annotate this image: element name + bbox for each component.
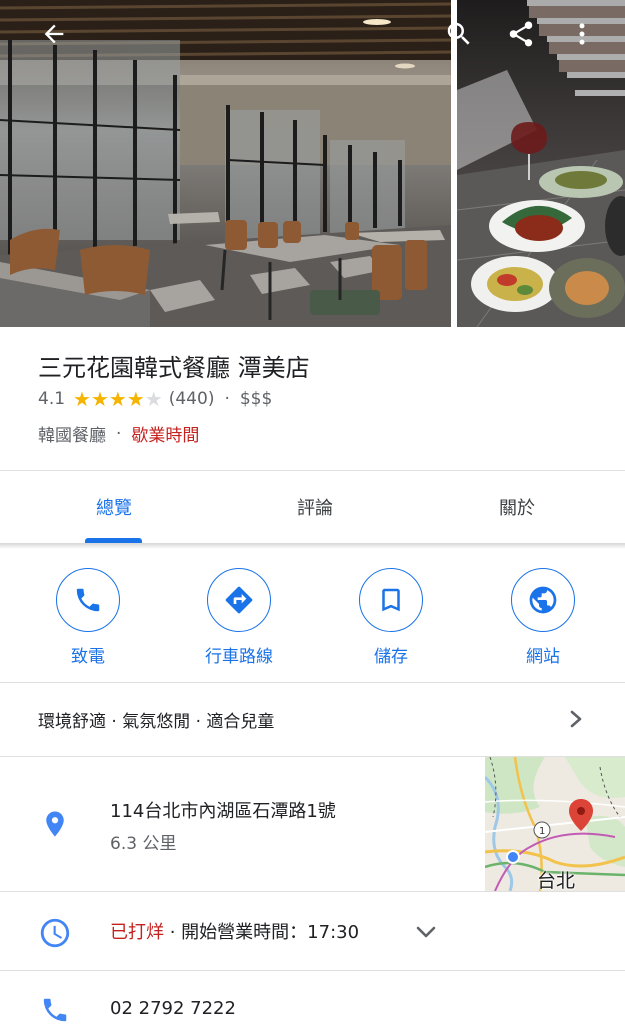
share-button[interactable]	[501, 14, 541, 54]
star-empty-icon: ★	[144, 387, 163, 411]
star-filled-icon: ★	[126, 387, 145, 411]
phone-row-icon	[40, 995, 70, 1024]
distance-text: 6.3 公里	[110, 834, 177, 854]
website-label: 網站	[526, 647, 560, 667]
address-text[interactable]: 114台北市內湖區石潭路1號	[110, 797, 336, 823]
tab-overview[interactable]: 總覽	[10, 471, 218, 543]
star-filled-icon: ★	[108, 387, 127, 411]
save-circle	[359, 568, 423, 632]
separator-dot: ·	[224, 389, 230, 409]
divider	[0, 682, 625, 683]
separator-dot: ·	[116, 423, 122, 444]
tabs-shadow	[0, 543, 625, 549]
search-button[interactable]	[439, 14, 479, 54]
search-icon	[447, 22, 470, 45]
phone-icon	[76, 588, 100, 612]
more-vert-icon	[579, 23, 585, 45]
route-number-label: 1	[539, 826, 545, 837]
call-button[interactable]: 致電	[33, 568, 143, 667]
next-open-time: · 開始營業時間：17:30	[164, 922, 360, 943]
arrow-back-icon	[44, 24, 64, 44]
more-options-button[interactable]	[562, 14, 602, 54]
rating-row[interactable]: 4.1 ★ ★ ★ ★ ★ (440) · $$$	[38, 389, 272, 409]
directions-circle	[207, 568, 271, 632]
review-count: (440)	[168, 389, 215, 409]
directions-button[interactable]: 行車路線	[184, 568, 294, 667]
share-icon	[509, 21, 533, 47]
website-button[interactable]: 網站	[488, 568, 598, 667]
directions-icon	[225, 586, 253, 614]
clock-icon	[38, 916, 72, 954]
save-label: 儲存	[374, 647, 408, 667]
website-circle	[511, 568, 575, 632]
chevron-down-icon[interactable]	[414, 922, 438, 946]
place-title: 三元花園韓式餐廳 潭美店	[38, 354, 310, 382]
tab-about[interactable]: 關於	[413, 471, 621, 543]
map-city-label: 台北	[537, 870, 576, 892]
chevron-right-icon[interactable]	[566, 707, 586, 731]
phone-icon	[43, 998, 67, 1022]
star-filled-icon: ★	[90, 387, 109, 411]
globe-icon	[529, 586, 557, 614]
divider	[0, 891, 625, 892]
photo-gallery[interactable]	[0, 0, 625, 327]
bookmark-icon	[382, 588, 400, 612]
call-circle	[56, 568, 120, 632]
location-pin-icon	[40, 808, 70, 844]
open-status: 已打烊	[110, 922, 164, 943]
rating-value: 4.1	[38, 389, 66, 409]
category-label: 韓國餐廳	[38, 426, 106, 446]
atmosphere-summary[interactable]: 環境舒適 · 氣氛悠閒 · 適合兒童	[38, 707, 274, 732]
back-button[interactable]	[34, 14, 74, 54]
phone-number[interactable]: 02 2792 7222	[110, 998, 236, 1019]
directions-label: 行車路線	[205, 647, 273, 667]
hours-summary[interactable]: 已打烊 · 開始營業時間：17:30	[110, 918, 359, 944]
star-filled-icon: ★	[73, 387, 91, 411]
category-row: 韓國餐廳 · 歇業時間	[38, 421, 199, 447]
tab-reviews[interactable]: 評論	[211, 471, 419, 543]
star-rating: ★ ★ ★ ★ ★	[73, 389, 163, 409]
tab-bar: 總覽 評論 關於	[0, 471, 625, 543]
divider	[0, 970, 625, 971]
hours-status-link[interactable]: 歇業時間	[131, 421, 199, 446]
save-button[interactable]: 儲存	[336, 568, 446, 667]
price-level: $$$	[239, 389, 273, 409]
call-label: 致電	[71, 647, 105, 667]
